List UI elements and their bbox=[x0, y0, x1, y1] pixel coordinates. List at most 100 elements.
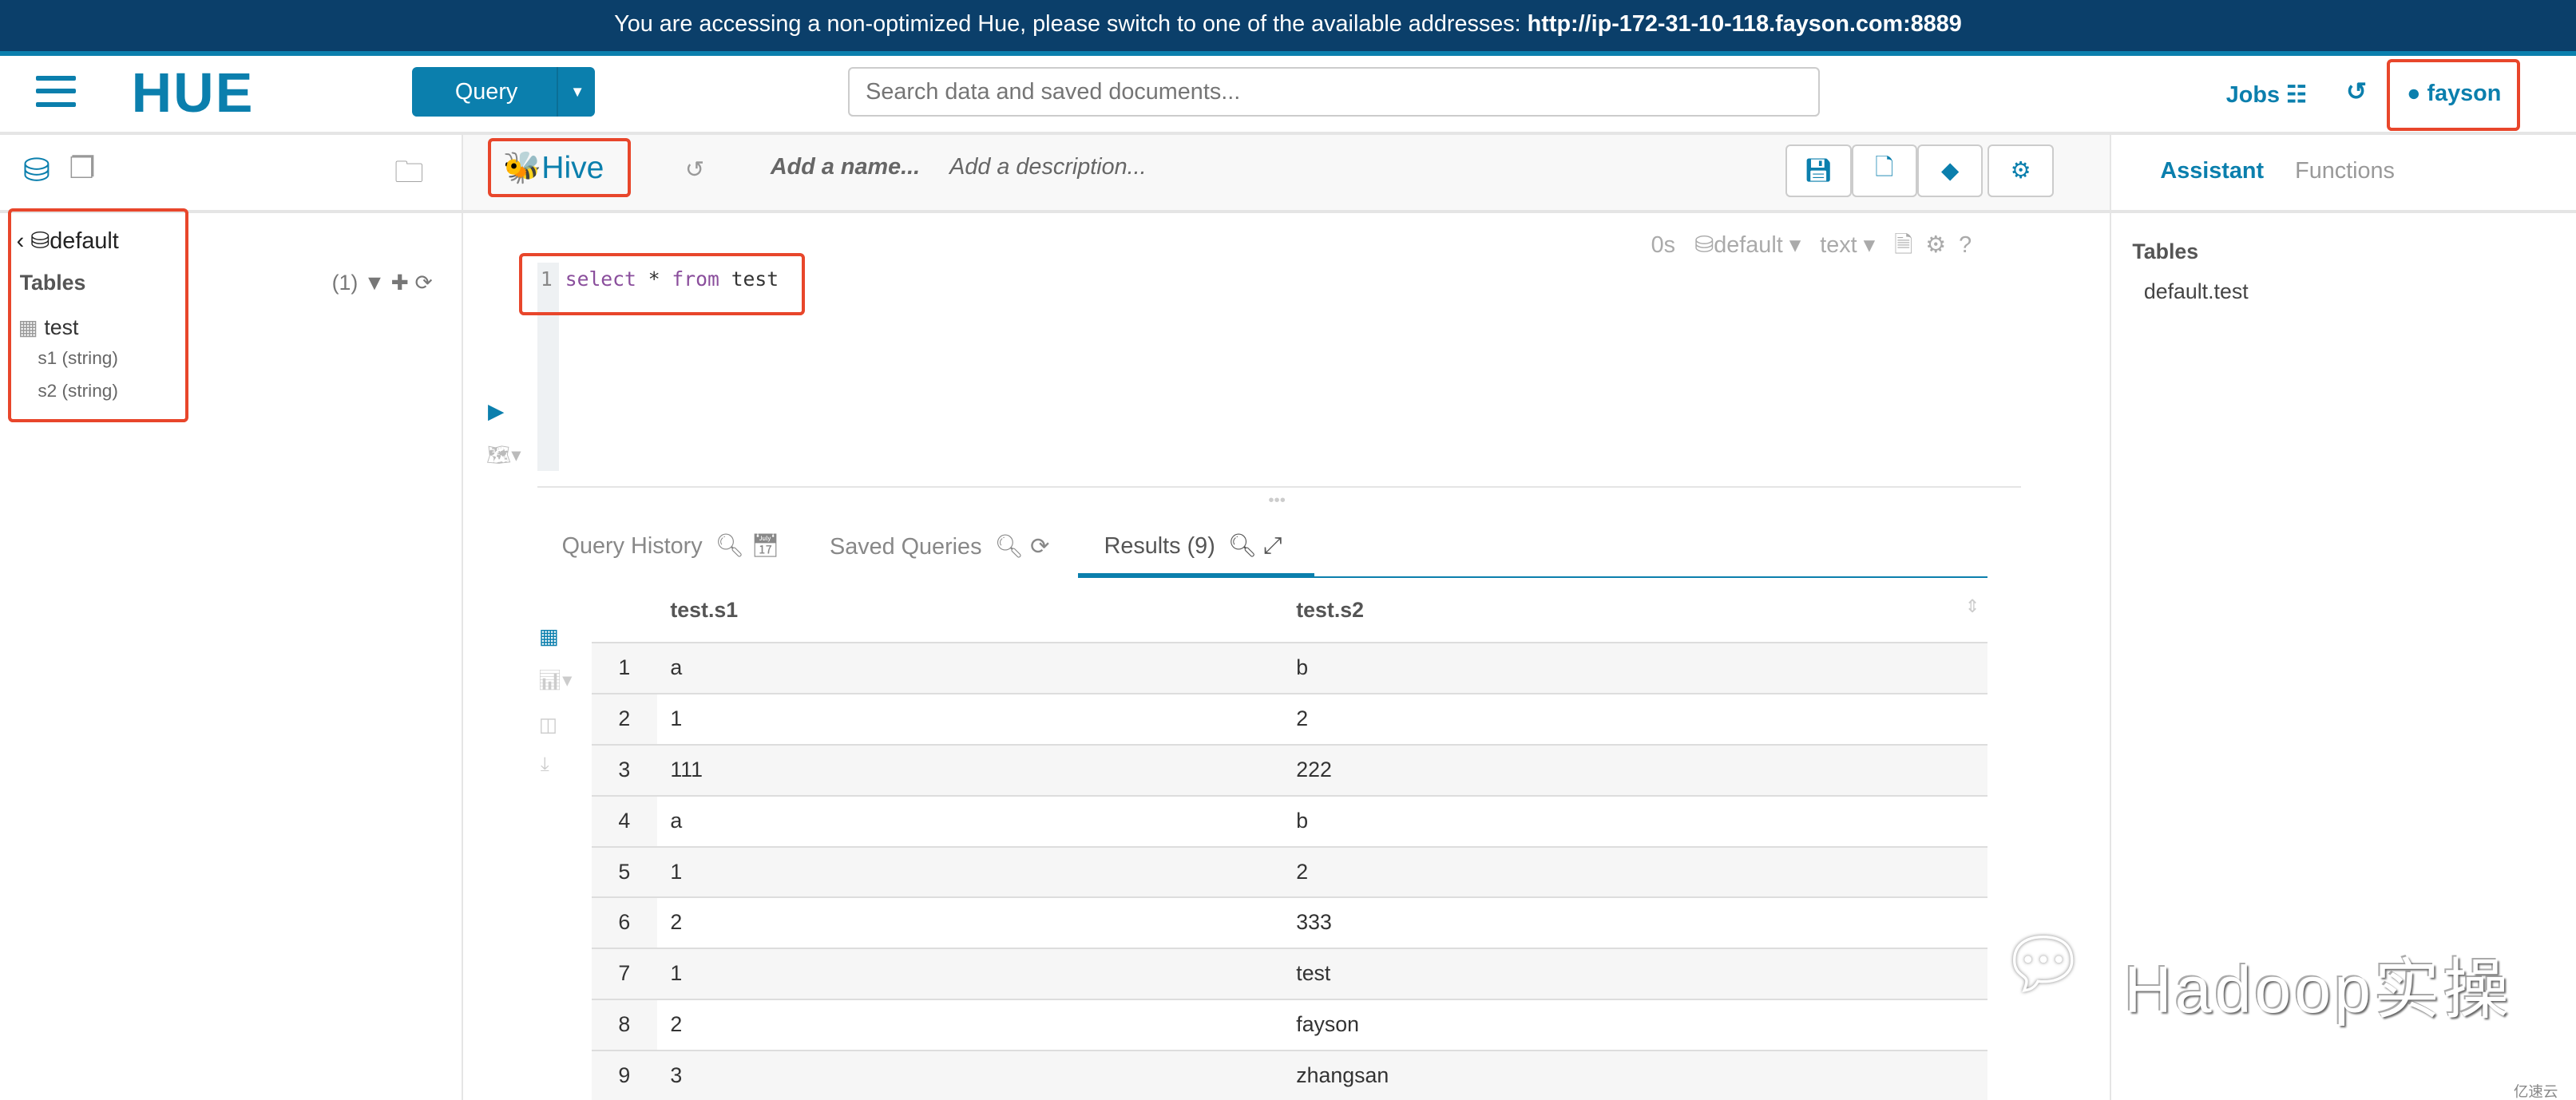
column-item[interactable]: s2 (string) bbox=[38, 381, 118, 402]
row-number: 9 bbox=[591, 1051, 657, 1100]
row-number: 2 bbox=[591, 694, 657, 744]
chart-icon[interactable]: 📊︎▾ bbox=[537, 668, 573, 692]
table-row[interactable]: 9 3 zhangsan bbox=[591, 1049, 1988, 1100]
editor-toolbar: 🐝Hive ↺ Add a name... Add a description.… bbox=[463, 134, 2110, 214]
table-cell: test bbox=[1296, 961, 1331, 986]
query-button[interactable]: Query ▼ bbox=[412, 67, 596, 117]
table-row[interactable]: 6 2 333 bbox=[591, 896, 1988, 948]
table-cell: 2 bbox=[1296, 859, 1309, 884]
search-icon: 🔍︎ bbox=[1227, 532, 1258, 559]
file-icon[interactable]: 🗎 bbox=[1894, 232, 1912, 258]
table-cell: 1 bbox=[670, 706, 683, 731]
file-icon: 🗋 bbox=[1875, 155, 1894, 181]
tab-functions[interactable]: Functions bbox=[2295, 158, 2395, 184]
top-header: HUE Query ▼ Jobs ☷ ↺ ● fayson bbox=[0, 56, 2576, 135]
tab-saved-queries[interactable]: Saved Queries 🔍︎ ⟳ bbox=[830, 532, 1049, 560]
refresh-icon[interactable]: ⟳ bbox=[414, 271, 432, 295]
query-description-input[interactable]: Add a description... bbox=[949, 154, 1147, 180]
non-optimized-banner: You are accessing a non-optimized Hue, p… bbox=[0, 0, 2576, 56]
table-row[interactable]: 4a b bbox=[591, 794, 1988, 846]
save-icon: 💾︎ bbox=[1804, 157, 1833, 184]
tags-button[interactable]: ◆ bbox=[1916, 144, 1984, 197]
table-cell: a bbox=[670, 808, 683, 833]
assistant-table-item[interactable]: default.test bbox=[2144, 279, 2249, 304]
table-cell: 1 bbox=[670, 859, 683, 884]
filter-icon[interactable]: ▼ bbox=[364, 271, 385, 295]
hive-type[interactable]: 🐝Hive bbox=[503, 149, 604, 186]
search-icon: 🔍︎ bbox=[715, 532, 745, 559]
database-back[interactable]: ‹ ⛁default bbox=[17, 227, 119, 255]
gear-icon[interactable]: ⚙ bbox=[1925, 232, 1946, 258]
elapsed-time: 0s bbox=[1651, 231, 1676, 258]
tab-assistant[interactable]: Assistant bbox=[2160, 158, 2264, 184]
download-icon[interactable]: ⤓ bbox=[541, 754, 549, 776]
table-row[interactable]: 7 1 test bbox=[591, 948, 1988, 999]
database-selector[interactable]: ⛁default ▾ bbox=[1694, 232, 1801, 258]
table-row[interactable]: 1a b bbox=[591, 642, 1988, 694]
caret-down-icon[interactable]: ▼ bbox=[557, 67, 596, 117]
tab-query-history[interactable]: Query History 🔍︎ 📅︎ bbox=[562, 532, 780, 560]
tables-heading: Tables bbox=[19, 271, 86, 295]
results-header-s2[interactable]: test.s2 bbox=[1296, 598, 1364, 623]
sql-editor[interactable]: select * from test bbox=[565, 267, 779, 291]
save-button[interactable]: 💾︎ bbox=[1785, 144, 1852, 197]
table-count: (1) bbox=[331, 271, 359, 295]
new-document-button[interactable]: 🗋 bbox=[1851, 144, 1917, 197]
table-cell: a bbox=[670, 655, 683, 680]
banner-url[interactable]: http://ip-172-31-10-118.fayson.com:8889 bbox=[1528, 11, 1962, 37]
query-name-input[interactable]: Add a name... bbox=[771, 154, 920, 180]
row-number: 3 bbox=[591, 746, 657, 795]
row-number: 1 bbox=[591, 643, 657, 694]
watermark: Hadoop实操 bbox=[2124, 953, 2512, 1027]
assistant-tables-heading: Tables bbox=[2132, 239, 2199, 264]
hamburger-menu-icon[interactable] bbox=[36, 75, 76, 109]
columns-icon[interactable]: ◫ bbox=[539, 713, 557, 737]
sort-icon[interactable]: ⇕ bbox=[1965, 596, 1980, 617]
documents-icon[interactable]: ❐ bbox=[69, 151, 95, 185]
table-item-test[interactable]: ▦ test bbox=[18, 315, 79, 340]
row-number: 7 bbox=[591, 949, 657, 999]
table-cell: 111 bbox=[670, 758, 703, 781]
database-icon: ⛁ bbox=[30, 228, 50, 254]
add-icon[interactable]: ✚ bbox=[391, 271, 409, 295]
table-cell: zhangsan bbox=[1296, 1062, 1389, 1087]
table-row[interactable]: 51 2 bbox=[591, 845, 1988, 897]
settings-button[interactable]: ⚙ bbox=[1987, 144, 2054, 197]
table-row[interactable]: 3 111 222 bbox=[591, 744, 1988, 795]
left-panel: ⛁ ❐ 🗀 ‹ ⛁default Tables (1) ▼ ✚ ⟳ ▦ test… bbox=[0, 134, 464, 1100]
table-row[interactable]: 212 bbox=[591, 693, 1988, 744]
database-icon[interactable]: ⛁ bbox=[23, 151, 50, 189]
sliders-icon: ☷ bbox=[2286, 81, 2307, 108]
banner-text: You are accessing a non-optimized Hue, p… bbox=[614, 11, 1528, 37]
results-header-s1[interactable]: test.s1 bbox=[670, 598, 738, 623]
table-row[interactable]: 8 2 fayson bbox=[591, 998, 1988, 1050]
row-number: 8 bbox=[591, 999, 657, 1050]
table-cell: 222 bbox=[1296, 758, 1332, 781]
jobs-link[interactable]: Jobs ☷ bbox=[2226, 81, 2307, 109]
run-icon[interactable]: ▶ bbox=[488, 399, 505, 424]
tab-results[interactable]: Results (9) 🔍︎ ⤢ bbox=[1104, 532, 1282, 560]
folder-icon[interactable]: 🗀 bbox=[394, 151, 424, 201]
column-item[interactable]: s1 (string) bbox=[38, 348, 118, 369]
user-menu[interactable]: ● fayson bbox=[2407, 81, 2501, 107]
corner-logo: 亿速云 bbox=[2513, 1082, 2558, 1100]
hue-logo[interactable]: HUE bbox=[132, 61, 255, 125]
history-icon[interactable]: ↺ bbox=[2346, 77, 2367, 106]
table-cell: 2 bbox=[670, 910, 683, 935]
gears-icon: ⚙ bbox=[2010, 158, 2031, 184]
table-cell: 2 bbox=[670, 1011, 683, 1036]
tag-icon: ◆ bbox=[1940, 158, 1960, 184]
resize-handle[interactable]: ••• bbox=[1268, 491, 1286, 510]
search-icon: 🔍︎ bbox=[994, 533, 1024, 560]
expand-icon: ⤢ bbox=[1263, 532, 1282, 559]
row-number: 6 bbox=[591, 898, 657, 948]
map-icon[interactable]: 🗺▾ bbox=[486, 443, 521, 467]
help-icon[interactable]: ? bbox=[1959, 232, 1972, 258]
search-input[interactable] bbox=[847, 67, 1821, 117]
grid-icon[interactable]: ▦ bbox=[539, 624, 559, 649]
row-number: 4 bbox=[591, 796, 657, 846]
wechat-logo-icon: 💬︎ bbox=[1999, 926, 2087, 1003]
table-cell: b bbox=[1296, 655, 1309, 680]
format-selector[interactable]: text ▾ bbox=[1820, 232, 1875, 258]
history-icon[interactable]: ↺ bbox=[685, 156, 704, 184]
